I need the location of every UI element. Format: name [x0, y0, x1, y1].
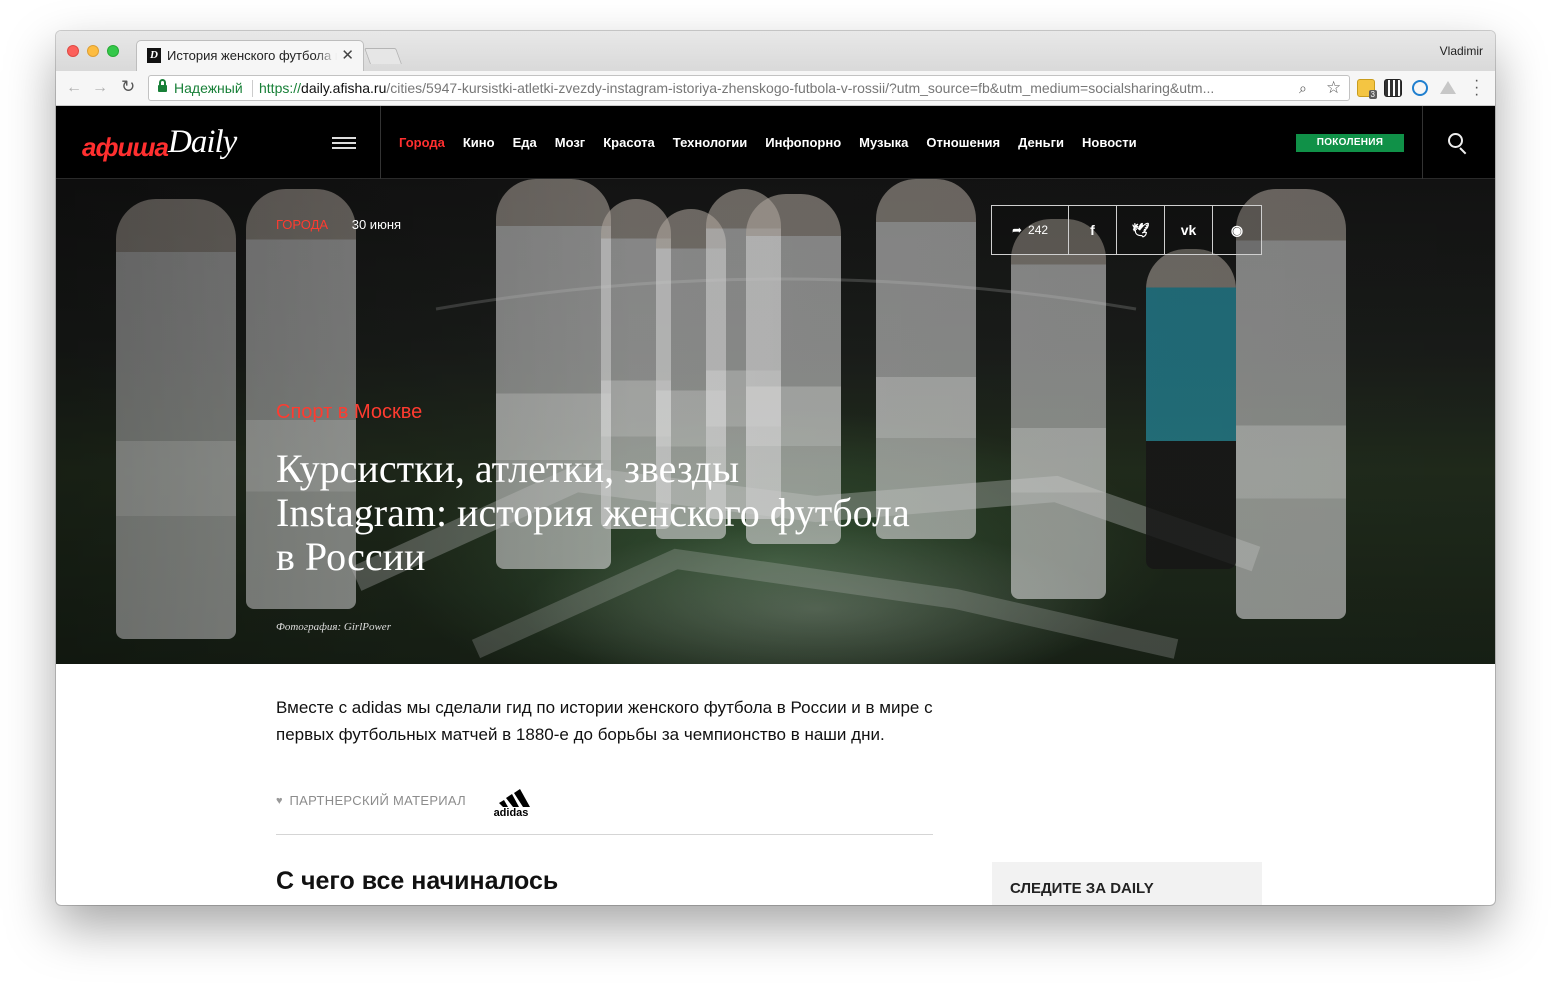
partner-label: ПАРТНЕРСКИЙ МАТЕРИАЛ	[289, 793, 467, 808]
share-count-button[interactable]: ➦ 242	[992, 206, 1069, 254]
tab-bar: D История женского футбола в России ✕ Vl…	[56, 31, 1495, 71]
back-arrow-icon[interactable]: ←	[66, 79, 82, 97]
vk-icon[interactable]: vk	[1165, 206, 1213, 254]
promo-button[interactable]: ПОКОЛЕНИЯ	[1296, 134, 1404, 152]
tab-title: История женского футбола в России	[167, 48, 337, 63]
hero-meta: ГОРОДА 30 июня	[276, 217, 401, 232]
heart-icon: ♥	[276, 794, 283, 807]
new-tab-button[interactable]	[364, 48, 402, 64]
share-count: 242	[1028, 223, 1049, 237]
secure-label: Надежный	[174, 80, 243, 96]
site-header: афиша Daily Города Кино Еда Мозг Красота…	[56, 106, 1495, 179]
hero-image: ГОРОДА 30 июня ➦ 242 f 🕊 vk ◉ Спорт в Мо…	[56, 179, 1495, 664]
nav-item-food[interactable]: Еда	[513, 135, 537, 150]
site-favicon-icon: D	[147, 48, 161, 63]
nav-item-music[interactable]: Музыка	[859, 135, 908, 150]
nav-item-beauty[interactable]: Красота	[603, 135, 655, 150]
extension-circle-icon[interactable]	[1412, 80, 1428, 96]
follow-widget: СЛЕДИТЕ ЗА DAILY	[992, 862, 1262, 905]
address-bar[interactable]: Надежный https://daily.afisha.ru/cities/…	[148, 75, 1350, 101]
nav-item-brain[interactable]: Мозг	[555, 135, 585, 150]
adidas-logo[interactable]: adidas	[485, 785, 537, 817]
close-window-button[interactable]	[67, 45, 79, 57]
browser-menu-icon[interactable]: · · ·	[1474, 73, 1479, 103]
svg-text:adidas: adidas	[494, 807, 529, 817]
main-nav: Города Кино Еда Мозг Красота Технологии …	[399, 135, 1155, 150]
section-heading: С чего все начиналось	[276, 867, 559, 895]
article-lead: Вместе с adidas мы сделали гид по истори…	[276, 698, 933, 744]
extension-notes-icon[interactable]: 3	[1357, 79, 1377, 99]
hero-kicker[interactable]: Спорт в Москве	[276, 401, 422, 424]
lock-icon	[158, 79, 167, 93]
nav-item-infoporno[interactable]: Инфопорно	[765, 135, 841, 150]
search-icon[interactable]	[1448, 133, 1467, 155]
facebook-icon[interactable]: f	[1069, 206, 1117, 254]
reload-icon[interactable]: ↻	[121, 77, 135, 97]
nav-item-news[interactable]: Новости	[1082, 135, 1137, 150]
minimize-window-button[interactable]	[87, 45, 99, 57]
browser-tab[interactable]: D История женского футбола в России ✕	[136, 40, 364, 71]
nav-item-cinema[interactable]: Кино	[463, 135, 495, 150]
nav-item-relations[interactable]: Отношения	[926, 135, 1000, 150]
twitter-icon[interactable]: 🕊	[1117, 206, 1165, 254]
divider	[276, 834, 933, 835]
url-text[interactable]: https://daily.afisha.ru/cities/5947-kurs…	[259, 80, 1289, 96]
browser-window: D История женского футбола в России ✕ Vl…	[56, 31, 1495, 905]
menu-hamburger-icon[interactable]	[332, 137, 356, 149]
bookmark-star-icon[interactable]: ☆	[1326, 78, 1341, 98]
zoom-icon[interactable]: ⌕	[1299, 80, 1307, 97]
photo-credit: Фотография: GirlPower	[276, 621, 391, 633]
odnoklassniki-icon[interactable]: ◉	[1213, 206, 1261, 254]
share-arrow-icon: ➦	[1011, 223, 1023, 237]
article-title: Курсистки, атлетки, звезды Instagram: ис…	[276, 446, 910, 579]
extension-triangle-icon[interactable]	[1440, 81, 1456, 94]
rubric-link[interactable]: ГОРОДА	[276, 217, 328, 232]
follow-title: СЛЕДИТЕ ЗА DAILY	[1010, 880, 1154, 897]
nav-item-money[interactable]: Деньги	[1018, 135, 1064, 150]
share-bar: ➦ 242 f 🕊 vk ◉	[991, 205, 1262, 255]
site-logo[interactable]: афиша Daily	[82, 123, 277, 163]
tab-close-icon[interactable]: ✕	[341, 46, 354, 64]
profile-name[interactable]: Vladimir	[1440, 44, 1483, 58]
nav-item-cities[interactable]: Города	[399, 135, 445, 150]
nav-item-tech[interactable]: Технологии	[673, 135, 747, 150]
publish-date: 30 июня	[351, 217, 402, 232]
browser-toolbar: ← → ↻ Надежный https://daily.afisha.ru/c…	[56, 71, 1495, 106]
partner-material: ♥ ПАРТНЕРСКИЙ МАТЕРИАЛ adidas	[276, 789, 530, 817]
forward-arrow-icon[interactable]: →	[92, 79, 108, 97]
zoom-window-button[interactable]	[107, 45, 119, 57]
extension-film-icon[interactable]	[1384, 79, 1402, 97]
